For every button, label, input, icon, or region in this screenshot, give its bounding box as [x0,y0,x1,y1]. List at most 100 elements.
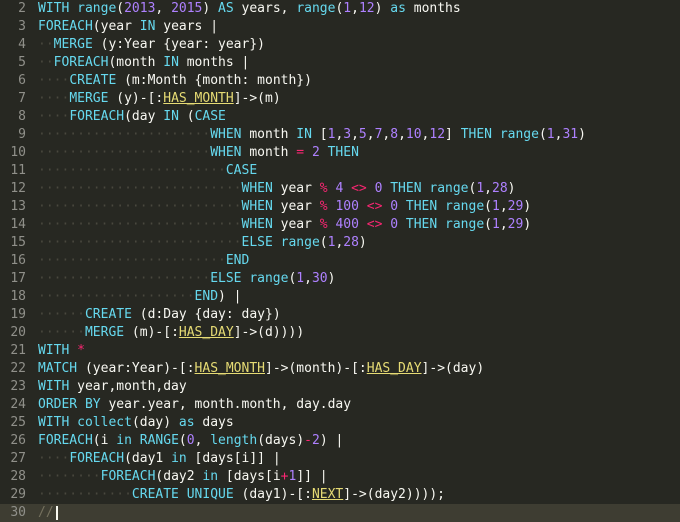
code-line[interactable]: 20 ······MERGE (m)-[:HAS_DAY]->(d)))) [0,324,680,342]
code-line[interactable]: 26 FOREACH(i in RANGE(0, length(days)-2) … [0,432,680,450]
code-line[interactable]: 28 ········FOREACH(day2 in [days[i+1]] | [0,468,680,486]
code-text[interactable]: ORDER BY year.year, month.month, day.day [38,396,351,414]
code-line[interactable]: 7 ····MERGE (y)-[:HAS_MONTH]->(m) [0,90,680,108]
code-token: THEN [327,145,359,160]
code-line[interactable]: 2 WITH range(2013, 2015) AS years, range(… [0,0,680,18]
code-line[interactable]: 8 ····FOREACH(day IN (CASE [0,108,680,126]
code-text[interactable]: FOREACH(year IN years | [38,18,218,36]
code-text[interactable]: ························CASE [38,162,257,180]
code-line[interactable]: 9 ······················WHEN month IN [1,… [0,126,680,144]
whitespace-marker: ·························· [38,199,242,214]
code-text[interactable]: ······················ELSE range(1,30) [38,270,335,288]
code-token: MERGE [53,37,93,52]
whitespace-marker: ·························· [38,235,242,250]
code-text[interactable]: ····CREATE (m:Month {month: month}) [38,72,312,90]
code-text[interactable]: ······CREATE (d:Day {day: day}) [38,306,281,324]
code-token: , [304,271,312,286]
code-token: year [272,181,320,196]
code-text[interactable]: ··MERGE (y:Year {year: year}) [38,36,265,54]
code-line[interactable]: 14 ··························WHEN year % … [0,216,680,234]
code-token: 29 [507,217,524,232]
whitespace-marker: ······ [38,325,85,340]
code-line[interactable]: 10 ······················WHEN month = 2 T… [0,144,680,162]
code-token: - [304,433,312,448]
code-text[interactable]: WITH collect(day) as days [38,414,234,432]
code-text[interactable]: ······················WHEN month IN [1,3… [38,126,586,144]
code-text[interactable]: FOREACH(i in RANGE(0, length(days)-2) | [38,432,343,450]
code-text[interactable]: ························END [38,252,249,270]
code-line[interactable]: 23 WITH year,month,day [0,378,680,396]
code-token: (days) [257,433,305,448]
code-token: as [178,415,195,430]
code-text[interactable]: ··························WHEN year % 10… [38,198,531,216]
code-text[interactable]: ······················WHEN month = 2 THE… [38,144,359,162]
code-token: 10 [405,127,422,142]
code-text[interactable]: ··FOREACH(month IN months | [38,54,249,72]
code-token: (day) [131,415,179,430]
code-line[interactable]: 16 ························END [0,252,680,270]
code-line[interactable]: 19 ······CREATE (d:Day {day: day}) [0,306,680,324]
code-token: CASE [194,109,226,124]
code-token: ( [538,127,547,142]
code-line[interactable]: 4 ··MERGE (y:Year {year: year}) [0,36,680,54]
code-token: (day1 [124,451,172,466]
code-text[interactable]: WITH range(2013, 2015) AS years, range(1… [38,0,461,18]
code-line[interactable]: 13 ··························WHEN year % … [0,198,680,216]
code-text[interactable]: ········FOREACH(day2 in [days[i+1]] | [38,468,328,486]
whitespace-marker: ···················· [38,289,195,304]
code-token: ) [358,235,367,250]
code-line[interactable]: 22 MATCH (year:Year)-[:HAS_MONTH]->(month… [0,360,680,378]
line-number: 23 [10,379,26,394]
code-token: range [296,1,336,16]
code-line[interactable]: 29 ············CREATE UNIQUE (day1)-[:NEX… [0,486,680,504]
code-text[interactable]: ····················END) | [38,288,242,306]
whitespace-marker: ························ [38,253,226,268]
code-line[interactable]: 21 WITH * [0,342,680,360]
code-line[interactable]: 25 WITH collect(day) as days [0,414,680,432]
code-text[interactable]: MATCH (year:Year)-[:HAS_MONTH]->(month)-… [38,360,484,378]
code-line[interactable]: 18 ····················END) | [0,288,680,306]
code-text[interactable]: WITH * [38,342,85,360]
code-text[interactable]: ······MERGE (m)-[:HAS_DAY]->(d)))) [38,324,304,342]
code-token: (year [92,19,140,34]
code-text[interactable]: ··························WHEN year % 4 … [38,180,515,198]
code-text[interactable]: WITH year,month,day [38,378,187,396]
code-line[interactable]: 27 ····FOREACH(day1 in [days[i]] | [0,450,680,468]
line-number: 11 [10,163,26,178]
code-editor[interactable]: 2 WITH range(2013, 2015) AS years, range(… [0,0,680,522]
code-token: length [210,433,258,448]
code-line[interactable]: 15 ··························ELSE range(1… [0,234,680,252]
code-token: 1 [476,181,485,196]
code-line[interactable]: 5 ··FOREACH(month IN months | [0,54,680,72]
code-token: ]] | [296,469,328,484]
code-text[interactable]: ····MERGE (y)-[:HAS_MONTH]->(m) [38,90,281,108]
code-token: 2 [311,145,320,160]
code-text[interactable]: ············CREATE UNIQUE (day1)-[:NEXT]… [38,486,445,504]
code-line[interactable]: 11 ························CASE [0,162,680,180]
code-text[interactable]: ····FOREACH(day1 in [days[i]] | [38,450,281,468]
code-line[interactable]: 12 ··························WHEN year % … [0,180,680,198]
code-line[interactable]: 6 ····CREATE (m:Month {month: month}) [0,72,680,90]
code-token: % [319,199,328,214]
line-number: 13 [10,199,26,214]
code-token: 12 [358,1,375,16]
code-text[interactable]: ··························WHEN year % 40… [38,216,531,234]
code-line[interactable]: 24 ORDER BY year.year, month.month, day.d… [0,396,680,414]
code-token: range [445,217,485,232]
code-text[interactable]: ··························ELSE range(1,2… [38,234,367,252]
code-line[interactable]: 3 FOREACH(year IN years | [0,18,680,36]
code-token: month [241,127,297,142]
code-token: in [171,451,187,466]
code-text[interactable]: // [38,504,54,522]
whitespace-marker: ·························· [38,181,242,196]
code-token: THEN [405,199,438,214]
code-line[interactable]: 17 ······················ELSE range(1,30) [0,270,680,288]
code-token: WITH [38,379,70,394]
code-text[interactable]: ····FOREACH(day IN (CASE [38,108,226,126]
code-line[interactable]: 30 // [0,504,680,522]
code-token: , [351,1,359,16]
code-token: 0 [390,199,399,214]
